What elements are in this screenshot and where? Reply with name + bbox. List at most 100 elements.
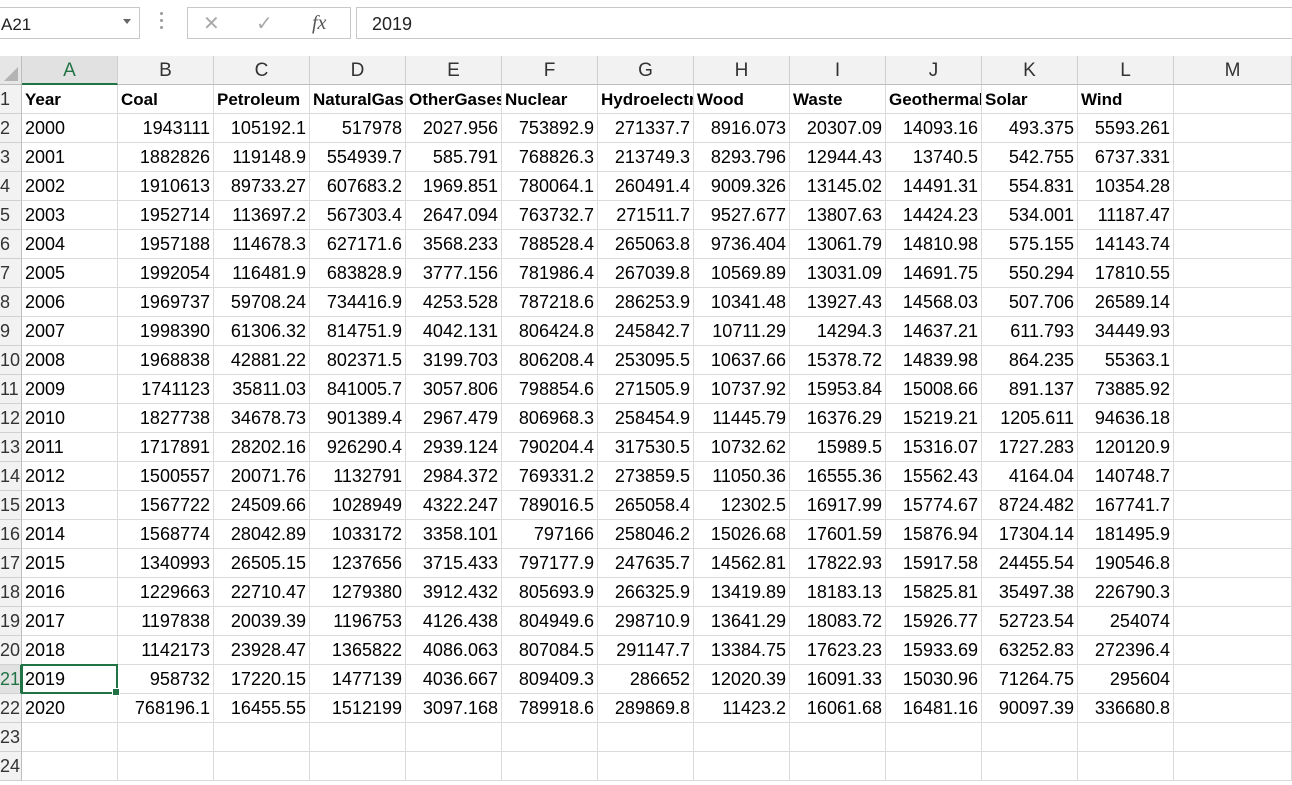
cell-m3[interactable] (1174, 143, 1292, 172)
cell-b23[interactable] (118, 723, 214, 752)
cell-h15[interactable]: 12302.5 (694, 491, 790, 520)
cell-i19[interactable]: 18083.72 (790, 607, 886, 636)
enter-icon[interactable]: ✓ (256, 11, 273, 36)
column-header-e[interactable]: E (406, 56, 502, 85)
cell-e5[interactable]: 2647.094 (406, 201, 502, 230)
row-header-10[interactable]: 10 (0, 346, 22, 375)
cell-f15[interactable]: 789016.5 (502, 491, 598, 520)
spreadsheet-grid[interactable]: A B C D E F G H I J K L M 1 2 3 4 5 6 7 8 9 10 11 12 13 14 15 16 17 18… (0, 56, 1292, 785)
cell-l5[interactable]: 11187.47 (1078, 201, 1174, 230)
cell-a12[interactable]: 2010 (22, 404, 118, 433)
cell-b24[interactable] (118, 752, 214, 781)
cell-m6[interactable] (1174, 230, 1292, 259)
cell-c17[interactable]: 26505.15 (214, 549, 310, 578)
cell-g7[interactable]: 267039.8 (598, 259, 694, 288)
cell-c13[interactable]: 28202.16 (214, 433, 310, 462)
cell-g12[interactable]: 258454.9 (598, 404, 694, 433)
cell-m10[interactable] (1174, 346, 1292, 375)
cell-c11[interactable]: 35811.03 (214, 375, 310, 404)
cell-a19[interactable]: 2017 (22, 607, 118, 636)
cell-h2[interactable]: 8916.073 (694, 114, 790, 143)
cell-d2[interactable]: 517978 (310, 114, 406, 143)
cell-d18[interactable]: 1279380 (310, 578, 406, 607)
cell-f23[interactable] (502, 723, 598, 752)
cell-a5[interactable]: 2003 (22, 201, 118, 230)
cell-a22[interactable]: 2020 (22, 694, 118, 723)
cell-f13[interactable]: 790204.4 (502, 433, 598, 462)
row-header-1[interactable]: 1 (0, 85, 22, 114)
cell-f14[interactable]: 769331.2 (502, 462, 598, 491)
cell-k19[interactable]: 52723.54 (982, 607, 1078, 636)
cell-g19[interactable]: 298710.9 (598, 607, 694, 636)
cell-f24[interactable] (502, 752, 598, 781)
cell-k5[interactable]: 534.001 (982, 201, 1078, 230)
cell-a11[interactable]: 2009 (22, 375, 118, 404)
cell-h8[interactable]: 10341.48 (694, 288, 790, 317)
cell-m20[interactable] (1174, 636, 1292, 665)
cell-c1[interactable]: Petroleum (214, 85, 310, 114)
cell-f16[interactable]: 797166 (502, 520, 598, 549)
cell-a20[interactable]: 2018 (22, 636, 118, 665)
cell-g5[interactable]: 271511.7 (598, 201, 694, 230)
cell-j14[interactable]: 15562.43 (886, 462, 982, 491)
cell-j5[interactable]: 14424.23 (886, 201, 982, 230)
select-all-button[interactable] (0, 56, 22, 85)
cell-m19[interactable] (1174, 607, 1292, 636)
cell-j11[interactable]: 15008.66 (886, 375, 982, 404)
cell-c7[interactable]: 116481.9 (214, 259, 310, 288)
cell-g4[interactable]: 260491.4 (598, 172, 694, 201)
row-header-24[interactable]: 24 (0, 752, 22, 781)
cell-f22[interactable]: 789918.6 (502, 694, 598, 723)
cell-j16[interactable]: 15876.94 (886, 520, 982, 549)
cell-m24[interactable] (1174, 752, 1292, 781)
cell-h5[interactable]: 9527.677 (694, 201, 790, 230)
cell-g15[interactable]: 265058.4 (598, 491, 694, 520)
cell-d4[interactable]: 607683.2 (310, 172, 406, 201)
cell-j21[interactable]: 15030.96 (886, 665, 982, 694)
cell-j19[interactable]: 15926.77 (886, 607, 982, 636)
cell-m13[interactable] (1174, 433, 1292, 462)
cell-b11[interactable]: 1741123 (118, 375, 214, 404)
cell-i24[interactable] (790, 752, 886, 781)
cell-l18[interactable]: 226790.3 (1078, 578, 1174, 607)
cell-c15[interactable]: 24509.66 (214, 491, 310, 520)
cell-l3[interactable]: 6737.331 (1078, 143, 1174, 172)
row-header-19[interactable]: 19 (0, 607, 22, 636)
cell-k12[interactable]: 1205.611 (982, 404, 1078, 433)
cell-c2[interactable]: 105192.1 (214, 114, 310, 143)
cell-f19[interactable]: 804949.6 (502, 607, 598, 636)
cell-f1[interactable]: Nuclear (502, 85, 598, 114)
cell-d3[interactable]: 554939.7 (310, 143, 406, 172)
cell-g16[interactable]: 258046.2 (598, 520, 694, 549)
cell-g24[interactable] (598, 752, 694, 781)
cell-g6[interactable]: 265063.8 (598, 230, 694, 259)
cell-i22[interactable]: 16061.68 (790, 694, 886, 723)
cell-l20[interactable]: 272396.4 (1078, 636, 1174, 665)
cell-e8[interactable]: 4253.528 (406, 288, 502, 317)
cell-l16[interactable]: 181495.9 (1078, 520, 1174, 549)
cell-e15[interactable]: 4322.247 (406, 491, 502, 520)
cell-a23[interactable] (22, 723, 118, 752)
cell-e7[interactable]: 3777.156 (406, 259, 502, 288)
cell-m5[interactable] (1174, 201, 1292, 230)
cell-e11[interactable]: 3057.806 (406, 375, 502, 404)
cell-d7[interactable]: 683828.9 (310, 259, 406, 288)
cell-b12[interactable]: 1827738 (118, 404, 214, 433)
cell-m1[interactable] (1174, 85, 1292, 114)
column-header-g[interactable]: G (598, 56, 694, 85)
cell-a9[interactable]: 2007 (22, 317, 118, 346)
cell-g17[interactable]: 247635.7 (598, 549, 694, 578)
cell-i5[interactable]: 13807.63 (790, 201, 886, 230)
cell-k2[interactable]: 493.375 (982, 114, 1078, 143)
cell-a7[interactable]: 2005 (22, 259, 118, 288)
cell-b5[interactable]: 1952714 (118, 201, 214, 230)
cell-d17[interactable]: 1237656 (310, 549, 406, 578)
cell-m18[interactable] (1174, 578, 1292, 607)
cell-f7[interactable]: 781986.4 (502, 259, 598, 288)
cell-l11[interactable]: 73885.92 (1078, 375, 1174, 404)
name-box-dropdown-icon[interactable] (123, 19, 131, 24)
cell-h16[interactable]: 15026.68 (694, 520, 790, 549)
cell-k16[interactable]: 17304.14 (982, 520, 1078, 549)
cell-a16[interactable]: 2014 (22, 520, 118, 549)
cell-j8[interactable]: 14568.03 (886, 288, 982, 317)
